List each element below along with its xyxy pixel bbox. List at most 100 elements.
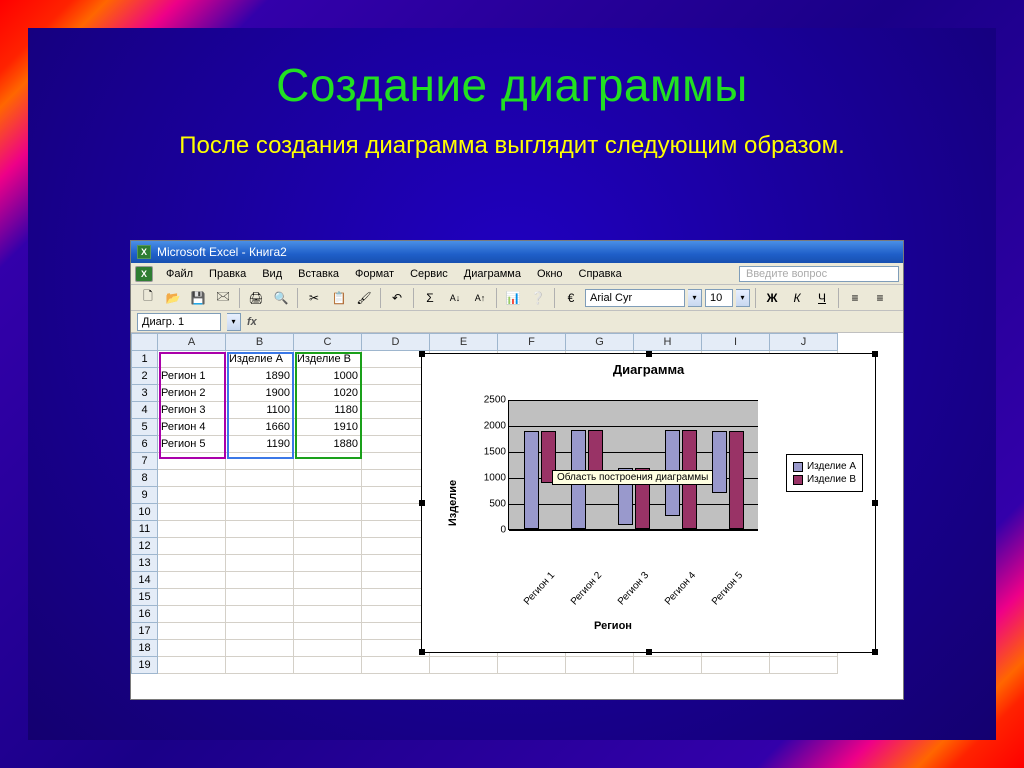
menu-window[interactable]: Окно [530,266,570,282]
cell[interactable]: 1890 [226,368,294,385]
cell[interactable]: Регион 4 [158,419,226,436]
cell[interactable]: 1020 [294,385,362,402]
menu-file[interactable]: Файл [159,266,200,282]
cell[interactable]: 1910 [294,419,362,436]
print-preview-icon[interactable]: 🔍 [270,287,292,309]
cell[interactable]: 1660 [226,419,294,436]
col-header[interactable]: A [158,334,226,351]
row-header[interactable]: 8 [132,470,158,487]
new-doc-icon[interactable]: 🗋 [137,287,159,309]
slide-subtitle: После создания диаграмма выглядит следую… [28,122,996,174]
row-header[interactable]: 10 [132,504,158,521]
open-icon[interactable]: 📂 [162,287,184,309]
chart-plot[interactable]: Регион 1Регион 2Регион 3Регион 4Регион 5 [508,400,758,530]
cut-icon[interactable]: ✂ [303,287,325,309]
autosum-icon[interactable]: Σ [419,287,441,309]
row-header[interactable]: 3 [132,385,158,402]
undo-icon[interactable]: ↶ [386,287,408,309]
bold-button[interactable]: Ж [761,287,783,309]
formula-bar: Диагр. 1 ▾ fx [131,311,903,333]
col-header[interactable]: H [634,334,702,351]
menu-edit[interactable]: Правка [202,266,253,282]
cell[interactable]: Изделие B [294,351,362,368]
row-header[interactable]: 13 [132,555,158,572]
save-icon[interactable]: 💾 [187,287,209,309]
row-header[interactable]: 1 [132,351,158,368]
cell[interactable]: Изделие A [226,351,294,368]
menu-insert[interactable]: Вставка [291,266,346,282]
name-box[interactable]: Диагр. 1 [137,313,221,331]
menu-help[interactable]: Справка [572,266,629,282]
menu-view[interactable]: Вид [255,266,289,282]
font-size-combo[interactable]: 10 [705,289,733,307]
chart-bar[interactable] [524,431,539,529]
print-icon[interactable]: 🖨 [245,287,267,309]
cell[interactable]: 1180 [294,402,362,419]
permission-icon[interactable]: 🖂 [212,287,234,309]
cell[interactable]: 1000 [294,368,362,385]
row-header[interactable]: 16 [132,606,158,623]
row-header[interactable]: 12 [132,538,158,555]
cell[interactable]: 1190 [226,436,294,453]
col-header[interactable]: C [294,334,362,351]
embedded-chart[interactable]: Диаграмма Изделие Регион 1Регион 2Регион… [421,353,876,653]
chart-wizard-icon[interactable]: 📊 [502,287,524,309]
chart-x-axis-label: Регион [468,620,758,632]
cell[interactable]: 1880 [294,436,362,453]
col-header[interactable]: E [430,334,498,351]
row-header[interactable]: 4 [132,402,158,419]
sort-desc-icon[interactable]: A↑ [469,287,491,309]
window-titlebar[interactable]: X Microsoft Excel - Книга2 [131,241,903,263]
currency-icon[interactable]: € [560,287,582,309]
chart-title[interactable]: Диаграмма [422,354,875,381]
name-box-dropdown-icon[interactable]: ▾ [227,313,241,331]
cell[interactable]: Регион 5 [158,436,226,453]
help-icon[interactable]: ❔ [527,287,549,309]
chart-bar[interactable] [729,431,744,529]
row-header[interactable]: 18 [132,640,158,657]
col-header[interactable]: B [226,334,294,351]
sort-asc-icon[interactable]: A↓ [444,287,466,309]
cell[interactable]: 1900 [226,385,294,402]
select-all-button[interactable] [132,334,158,351]
font-name-combo[interactable]: Arial Cyr [585,289,685,307]
menu-format[interactable]: Формат [348,266,401,282]
cell[interactable]: 1100 [226,402,294,419]
italic-button[interactable]: К [786,287,808,309]
excel-menu-icon[interactable]: X [135,266,153,282]
row-header[interactable]: 5 [132,419,158,436]
help-question-box[interactable]: Введите вопрос [739,266,899,282]
align-left-icon[interactable]: ≡ [844,287,866,309]
cell[interactable]: Регион 3 [158,402,226,419]
underline-button[interactable]: Ч [811,287,833,309]
menu-tools[interactable]: Сервис [403,266,455,282]
row-header[interactable]: 15 [132,589,158,606]
chart-bar[interactable] [712,431,727,493]
copy-icon[interactable]: 📋 [328,287,350,309]
menu-chart[interactable]: Диаграмма [457,266,528,282]
cell[interactable]: Регион 2 [158,385,226,402]
chart-legend[interactable]: Изделие A Изделие B [786,454,863,492]
format-painter-icon[interactable]: 🖌 [353,287,375,309]
col-header[interactable]: G [566,334,634,351]
row-header[interactable]: 6 [132,436,158,453]
cell[interactable] [158,351,226,368]
col-header[interactable]: D [362,334,430,351]
col-header[interactable]: J [770,334,838,351]
row-header[interactable]: 11 [132,521,158,538]
font-size-dropdown-icon[interactable]: ▾ [736,289,750,307]
col-header[interactable]: F [498,334,566,351]
align-center-icon[interactable]: ≡ [869,287,891,309]
row-header[interactable]: 19 [132,657,158,674]
cell[interactable]: Регион 1 [158,368,226,385]
worksheet-area[interactable]: A B C D E F G H I J 1 Изделие A Изделие … [131,333,903,699]
row-header[interactable]: 14 [132,572,158,589]
row-header[interactable]: 7 [132,453,158,470]
font-name-dropdown-icon[interactable]: ▾ [688,289,702,307]
fx-icon[interactable]: fx [247,316,257,328]
row-header[interactable]: 9 [132,487,158,504]
legend-label: Изделие A [807,461,856,472]
row-header[interactable]: 2 [132,368,158,385]
row-header[interactable]: 17 [132,623,158,640]
col-header[interactable]: I [702,334,770,351]
